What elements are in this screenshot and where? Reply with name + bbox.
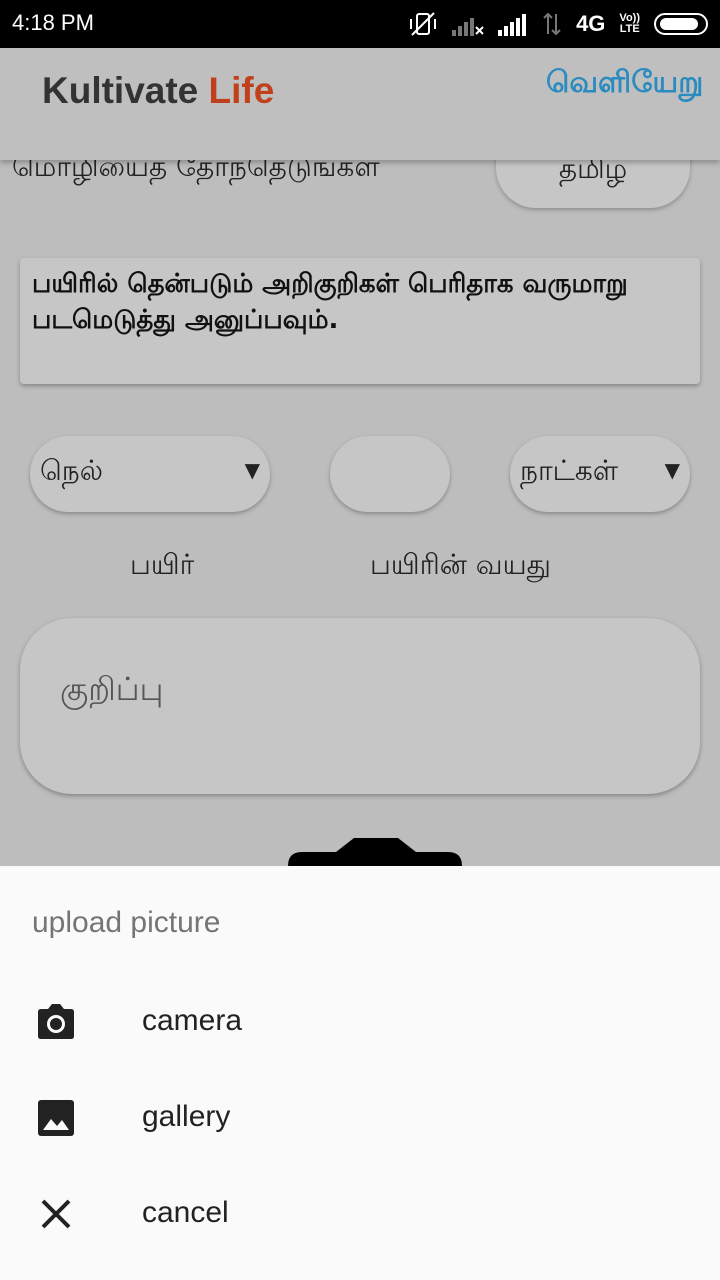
instruction-card: பயிரில் தென்படும் அறிகுறிகள் பெரிதாக வரு… xyxy=(20,258,700,384)
app-bar: Kultivate Life வெளியேறு xyxy=(0,48,720,160)
volte-bottom: LTE xyxy=(619,23,640,35)
crop-label: பயிர் xyxy=(130,548,195,581)
gallery-label: gallery xyxy=(142,1100,231,1133)
app-title-life: Life xyxy=(208,70,275,111)
age-unit-select[interactable]: நாட்கள் ▼ xyxy=(510,436,690,512)
crop-age-label: பயிரின் வயது xyxy=(370,548,551,581)
app-title: Kultivate Life xyxy=(42,70,274,112)
upload-bottom-sheet: upload picture camera gallery cancel xyxy=(0,866,720,1280)
sheet-item-gallery[interactable]: gallery xyxy=(0,1072,720,1168)
signal-full-icon xyxy=(498,14,527,36)
sheet-item-camera[interactable]: camera xyxy=(0,976,720,1072)
status-icons: 4G Vo)) LTE xyxy=(408,10,708,38)
data-arrows-icon xyxy=(543,12,561,36)
age-unit-selected: நாட்கள் xyxy=(520,454,619,487)
close-icon xyxy=(41,1199,71,1229)
vibrate-off-icon xyxy=(410,12,437,36)
sheet-item-cancel[interactable]: cancel xyxy=(0,1168,720,1264)
camera-icon xyxy=(38,1004,74,1039)
cancel-label: cancel xyxy=(142,1196,229,1229)
logout-button[interactable]: வெளியேறு xyxy=(546,64,703,102)
note-field[interactable]: குறிப்பு xyxy=(20,618,700,794)
dropdown-arrow-icon: ▼ xyxy=(244,458,260,482)
dropdown-arrow-icon: ▼ xyxy=(664,458,680,482)
signal-weak-icon xyxy=(452,18,484,36)
crop-select[interactable]: நெல் ▼ xyxy=(30,436,270,512)
sheet-title: upload picture xyxy=(32,906,221,939)
app-title-kultivate: Kultivate xyxy=(42,70,199,111)
camera-label: camera xyxy=(142,1004,243,1037)
status-bar: 4:18 PM 4G Vo)) LTE xyxy=(0,0,720,48)
crop-selected: நெல் xyxy=(40,454,103,487)
crop-age-input[interactable] xyxy=(330,436,450,512)
status-time: 4:18 PM xyxy=(12,10,94,35)
volte-icon: Vo)) LTE xyxy=(619,13,640,35)
gallery-icon xyxy=(38,1100,74,1136)
battery-icon xyxy=(654,13,708,35)
network-type: 4G xyxy=(576,11,606,36)
note-placeholder: குறிப்பு xyxy=(60,670,164,708)
